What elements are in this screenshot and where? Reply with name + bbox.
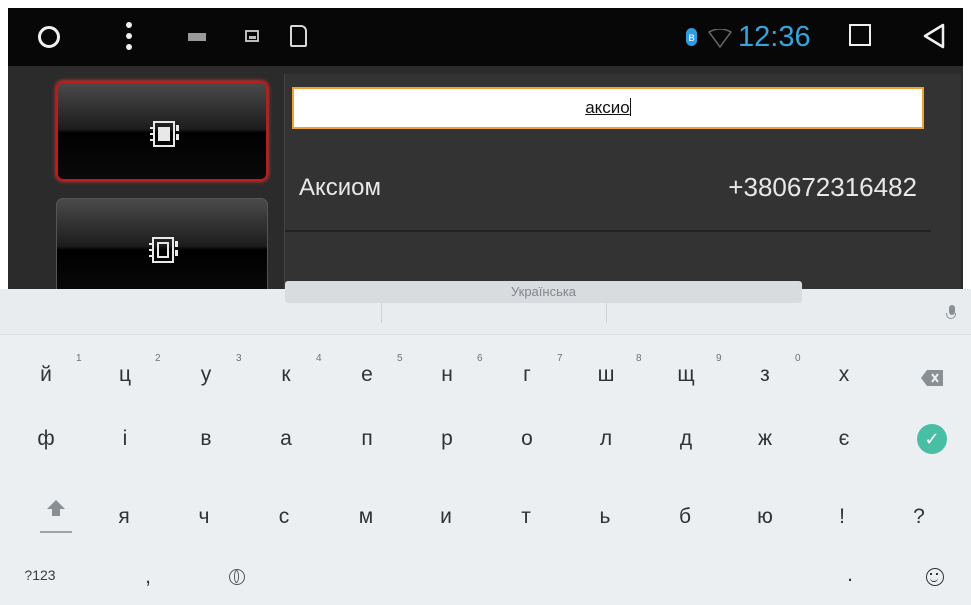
- period-key[interactable]: .: [820, 555, 880, 595]
- backspace-icon[interactable]: [921, 370, 943, 391]
- key[interactable]: х: [814, 355, 874, 395]
- key-number-hint: 7: [557, 353, 563, 364]
- contact-phone: +380672316482: [728, 172, 917, 202]
- key[interactable]: !: [812, 497, 872, 537]
- image-icon: [245, 30, 259, 42]
- shift-arrow-icon[interactable]: [47, 500, 65, 521]
- space-bar[interactable]: Українська: [285, 281, 802, 303]
- key[interactable]: с: [254, 497, 314, 537]
- emoji-icon[interactable]: [926, 568, 944, 586]
- key[interactable]: м: [336, 497, 396, 537]
- wifi-icon: [707, 28, 733, 54]
- key[interactable]: ш: [576, 355, 636, 395]
- key[interactable]: ф: [16, 419, 76, 459]
- bluetooth-icon: ʙ: [686, 28, 697, 46]
- key[interactable]: п: [337, 419, 397, 459]
- key[interactable]: а: [256, 419, 316, 459]
- symbols-key[interactable]: ?123: [10, 555, 70, 595]
- key[interactable]: щ: [656, 355, 716, 395]
- status-bar: ʙ 12:36: [8, 8, 963, 66]
- key-number-hint: 3: [236, 353, 242, 364]
- home-circle-icon[interactable]: [38, 26, 60, 48]
- key[interactable]: г: [497, 355, 557, 395]
- text-caret: [629, 98, 631, 116]
- search-input-value: аксио: [585, 98, 630, 117]
- contacts-sd-icon: [145, 235, 179, 270]
- key-number-hint: 8: [636, 353, 642, 364]
- key[interactable]: з: [735, 355, 795, 395]
- key[interactable]: в: [176, 419, 236, 459]
- key-number-hint: 1: [76, 353, 82, 364]
- comma-key[interactable]: ,: [118, 557, 178, 597]
- shift-indicator: [40, 531, 72, 533]
- suggestion-divider: [381, 301, 382, 323]
- phonebook-tab-button[interactable]: [56, 81, 268, 181]
- key-number-hint: 4: [316, 353, 322, 364]
- key[interactable]: ж: [735, 419, 795, 459]
- enter-check-icon[interactable]: ✓: [917, 424, 947, 454]
- key[interactable]: й: [16, 355, 76, 395]
- key-number-hint: 2: [155, 353, 161, 364]
- globe-icon[interactable]: [229, 569, 245, 585]
- menu-dots-icon[interactable]: [126, 22, 132, 52]
- search-input[interactable]: аксио: [292, 87, 924, 129]
- key[interactable]: л: [576, 419, 636, 459]
- keyboard-icon: [188, 33, 206, 41]
- key[interactable]: у: [176, 355, 236, 395]
- key[interactable]: я: [94, 497, 154, 537]
- key[interactable]: т: [496, 497, 556, 537]
- mic-icon[interactable]: [946, 305, 956, 319]
- key[interactable]: ю: [735, 497, 795, 537]
- clock-time: 12:36: [738, 21, 811, 53]
- contacts-book-icon: [146, 119, 180, 154]
- key[interactable]: о: [497, 419, 557, 459]
- key[interactable]: ч: [174, 497, 234, 537]
- key-number-hint: 5: [397, 353, 403, 364]
- contact-row[interactable]: Аксиом +380672316482: [285, 152, 931, 232]
- key[interactable]: б: [655, 497, 715, 537]
- key[interactable]: н: [417, 355, 477, 395]
- key-number-hint: 0: [795, 353, 801, 364]
- sim-contacts-tab-button[interactable]: [56, 198, 268, 298]
- key[interactable]: є: [814, 419, 874, 459]
- key[interactable]: і: [95, 419, 155, 459]
- sd-card-icon: [290, 25, 307, 47]
- key[interactable]: ь: [575, 497, 635, 537]
- key[interactable]: и: [416, 497, 476, 537]
- key[interactable]: ?: [889, 497, 949, 537]
- key[interactable]: е: [337, 355, 397, 395]
- suggestion-divider: [606, 301, 607, 323]
- key-number-hint: 9: [716, 353, 722, 364]
- key[interactable]: р: [417, 419, 477, 459]
- key[interactable]: ц: [95, 355, 155, 395]
- back-triangle-icon[interactable]: [922, 23, 946, 54]
- recents-square-icon[interactable]: [849, 24, 871, 46]
- key[interactable]: к: [256, 355, 316, 395]
- key[interactable]: д: [656, 419, 716, 459]
- contact-name: Аксиом: [299, 174, 382, 201]
- key-number-hint: 6: [477, 353, 483, 364]
